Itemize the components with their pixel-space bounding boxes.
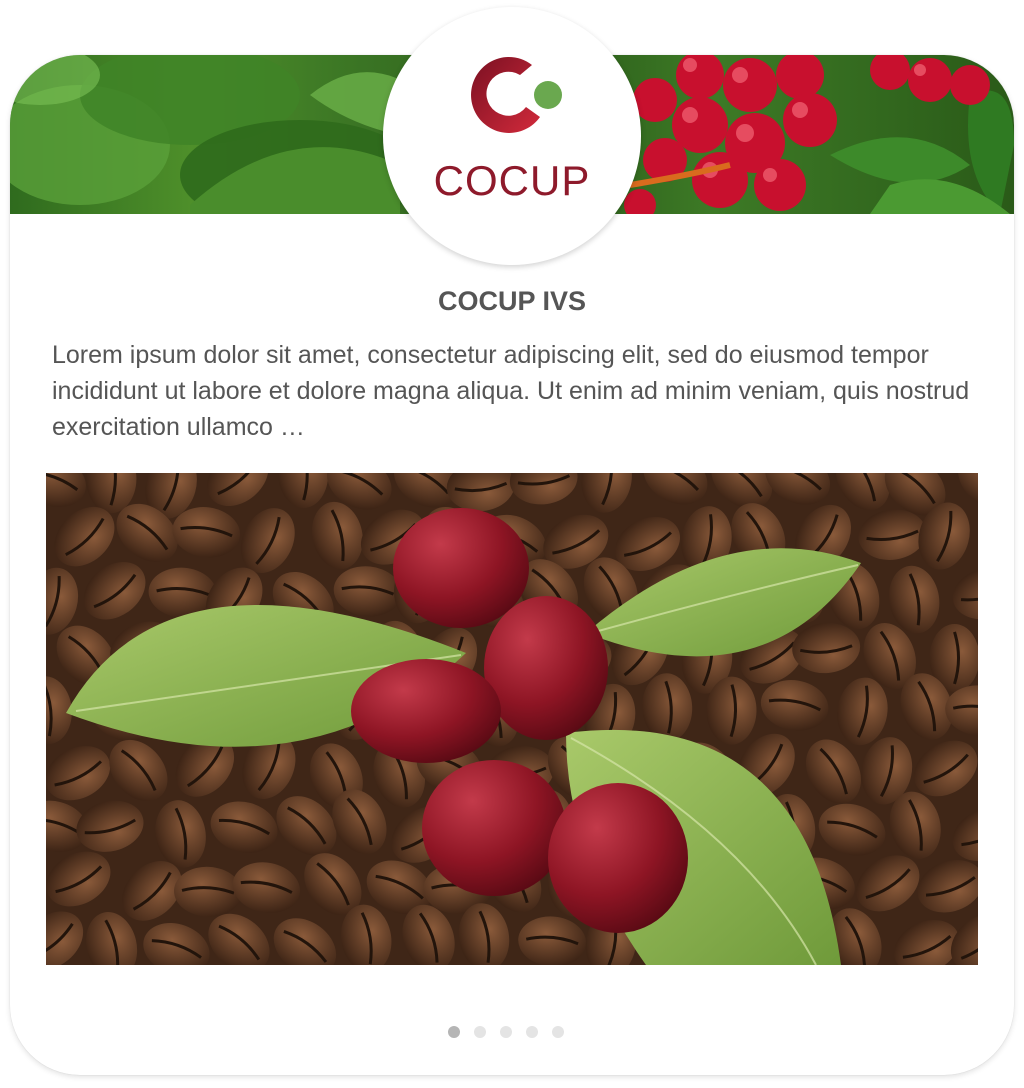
carousel-dot[interactable] bbox=[552, 1026, 564, 1038]
carousel-dot[interactable] bbox=[474, 1026, 486, 1038]
carousel-dot[interactable] bbox=[500, 1026, 512, 1038]
logo-wordmark: COCUP bbox=[433, 157, 591, 204]
logo-c-icon bbox=[471, 56, 562, 133]
company-logo: COCUP bbox=[383, 7, 641, 265]
carousel-dot[interactable] bbox=[448, 1026, 460, 1038]
company-title: COCUP IVS bbox=[437, 286, 587, 316]
company-description: Lorem ipsum dolor sit amet, consectetur … bbox=[52, 341, 970, 441]
carousel-pagination bbox=[448, 1026, 564, 1038]
carousel-dot[interactable] bbox=[526, 1026, 538, 1038]
coffee-beans-photo bbox=[46, 473, 978, 965]
